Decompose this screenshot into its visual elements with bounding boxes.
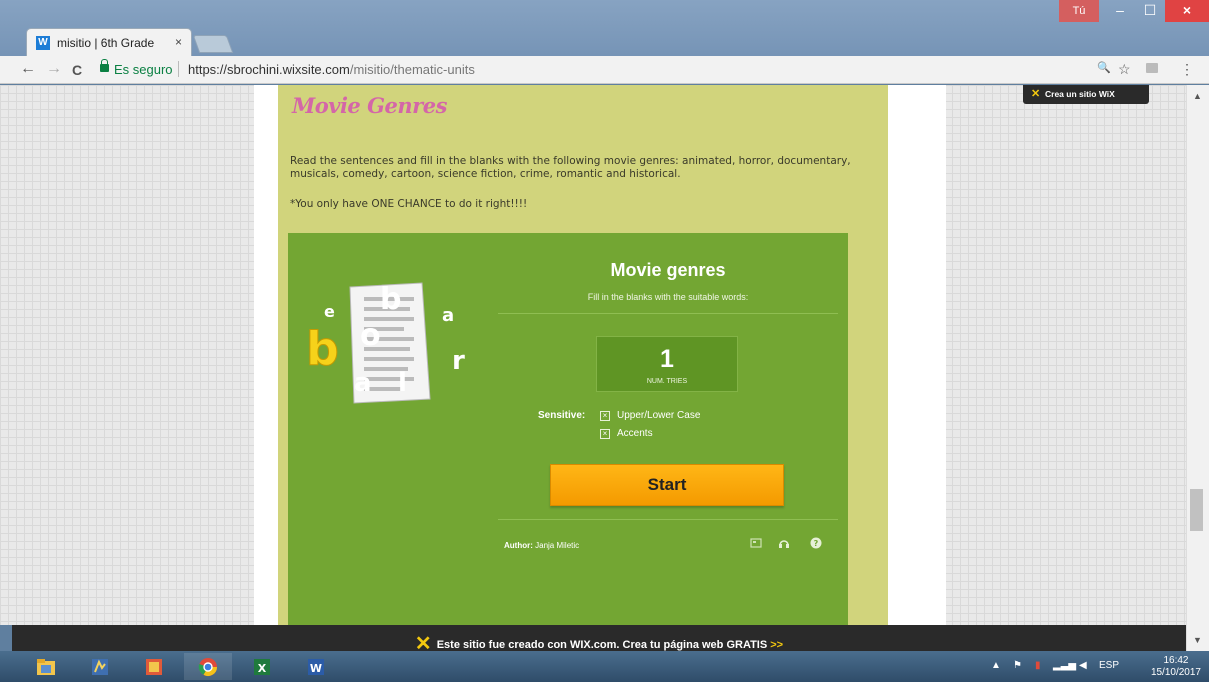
url-text: https://sbrochini.wixsite.com/misitio/th…	[188, 62, 475, 77]
tries-value: 1	[660, 345, 674, 373]
logo-letter: r	[452, 346, 465, 376]
tries-label: NUM. TRIES	[646, 378, 688, 385]
taskbar-excel[interactable]: X	[238, 653, 286, 680]
windows-taskbar: X W ▲ ⚑ ▮ ▂▃▅ ◀ ESP 16:42 15/10/2017	[0, 651, 1209, 682]
maximize-button[interactable]: ☐	[1135, 0, 1165, 22]
logo-letter: b	[380, 282, 401, 317]
taskbar-file-explorer[interactable]	[22, 653, 70, 680]
help-icon[interactable]: ?	[810, 537, 822, 549]
instructions-text: Read the sentences and fill in the blank…	[290, 155, 851, 180]
clock[interactable]: 16:42 15/10/2017	[1151, 655, 1201, 679]
scroll-up-arrow-icon[interactable]: ▲	[1193, 91, 1202, 101]
scrollbar-thumb[interactable]	[1190, 489, 1203, 531]
battery-icon[interactable]: ▮	[1035, 660, 1041, 671]
wix-create-site-badge[interactable]: ✕ Crea un sitio WiX	[1023, 85, 1149, 104]
signal-icon[interactable]: ▂▃▅	[1053, 660, 1076, 671]
user-profile-button[interactable]: Tú	[1059, 0, 1099, 22]
close-window-button[interactable]: ×	[1165, 0, 1209, 22]
language-indicator[interactable]: ESP	[1099, 660, 1119, 671]
volume-icon[interactable]: ◀	[1079, 660, 1087, 671]
scroll-down-arrow-icon[interactable]: ▼	[1193, 635, 1202, 645]
accents-checkbox[interactable]: ×	[600, 429, 610, 439]
system-tray: ▲ ⚑ ▮ ▂▃▅ ◀ ESP 16:42 15/10/2017	[979, 651, 1209, 682]
wix-logo-icon: ✕	[1031, 88, 1041, 100]
minimize-button[interactable]: –	[1105, 0, 1135, 22]
title-bar: W misitio | 6th Grade × Tú – ☐ ×	[0, 0, 1209, 56]
fullscreen-icon[interactable]	[750, 537, 762, 549]
app-icon	[92, 658, 108, 675]
logo-letter: a	[354, 368, 372, 398]
page-title: Movie Genres	[292, 93, 447, 118]
tab-title: misitio | 6th Grade	[57, 36, 155, 50]
taskbar-app[interactable]	[130, 653, 178, 680]
show-hidden-icons-icon[interactable]: ▲	[991, 660, 1001, 671]
accents-label: Accents	[617, 428, 653, 439]
logo-letter: a	[442, 305, 454, 326]
taskbar-word[interactable]: W	[292, 653, 340, 680]
author-credit: Author: Janja Miletic	[504, 541, 580, 550]
excel-icon: X	[254, 658, 270, 675]
divider	[498, 519, 838, 520]
taskbar-chrome[interactable]	[184, 653, 232, 680]
svg-text:W: W	[310, 662, 322, 675]
chrome-icon	[198, 657, 217, 676]
menu-icon[interactable]: ⋮	[1180, 61, 1194, 78]
tries-counter: 1 NUM. TRIES	[596, 336, 738, 392]
wix-footer-banner[interactable]: ✕ Este sitio fue creado con WIX.com. Cre…	[12, 625, 1186, 655]
page-viewport: Movie Genres Read the sentences and fill…	[0, 85, 1186, 625]
tab-close-icon[interactable]: ×	[175, 35, 182, 49]
folder-icon	[37, 658, 55, 675]
reload-button[interactable]: C	[72, 62, 82, 78]
vertical-scrollbar[interactable]: ▲ ▼	[1186, 85, 1209, 651]
clock-time: 16:42	[1163, 655, 1189, 666]
case-sensitive-label: Upper/Lower Case	[617, 410, 701, 421]
browser-tab[interactable]: W misitio | 6th Grade ×	[26, 28, 192, 56]
warning-text: *You only have ONE CHANCE to do it right…	[290, 198, 528, 210]
app-icon	[146, 658, 162, 675]
wix-badge-text: Crea un sitio WiX	[1045, 89, 1115, 99]
flag-icon[interactable]: ⚑	[1013, 660, 1022, 671]
address-bar: ← → C Es seguro https://sbrochini.wixsit…	[0, 56, 1209, 84]
banner-arrow: >>	[770, 639, 784, 651]
divider	[498, 313, 838, 314]
logo-letter: o	[360, 318, 381, 353]
wix-favicon-icon: W	[36, 36, 50, 50]
activity-logo-icon: e b a o r b a l	[306, 282, 465, 404]
sensitive-label: Sensitive:	[538, 410, 586, 421]
word-icon: W	[308, 658, 324, 675]
zoom-icon[interactable]: 🔍	[1097, 61, 1111, 74]
start-button[interactable]: Start	[550, 464, 784, 506]
new-tab-button[interactable]	[192, 35, 234, 53]
lock-icon	[100, 59, 109, 72]
sound-icon[interactable]	[778, 537, 790, 549]
logo-letter: e	[324, 302, 335, 321]
clock-date: 15/10/2017	[1150, 667, 1201, 678]
back-button[interactable]: ←	[20, 60, 36, 78]
bookmark-star-icon[interactable]: ☆	[1118, 61, 1131, 78]
author-name: Janja Miletic	[535, 541, 580, 550]
activity-subtitle: Fill in the blanks with the suitable wor…	[587, 292, 749, 302]
educaplay-activity: e b a o r b a l Movie genres Fill in the…	[288, 233, 848, 625]
forward-button[interactable]: →	[46, 60, 62, 78]
taskbar-app[interactable]	[76, 653, 124, 680]
divider	[178, 61, 179, 77]
case-sensitive-checkbox[interactable]: ×	[600, 411, 610, 421]
logo-letter: l	[398, 368, 407, 398]
secure-label: Es seguro	[114, 62, 173, 77]
svg-text:?: ?	[814, 539, 819, 548]
window-controls: Tú – ☐ ×	[1059, 0, 1209, 22]
logo-letter: b	[306, 322, 339, 376]
extension-icon[interactable]	[1146, 63, 1158, 73]
url-input[interactable]: Es seguro https://sbrochini.wixsite.com/…	[92, 59, 1164, 81]
activity-title: Movie genres	[610, 260, 726, 280]
svg-text:X: X	[258, 662, 267, 675]
content-strip: Movie Genres Read the sentences and fill…	[278, 85, 888, 625]
